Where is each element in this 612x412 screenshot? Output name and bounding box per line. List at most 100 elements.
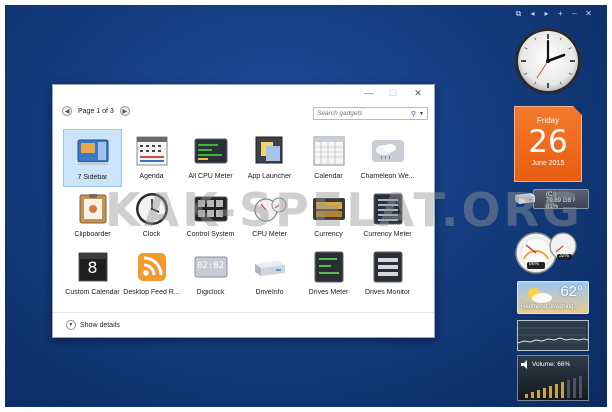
currency-meter-icon: [371, 192, 405, 226]
digiclock-time: 02:02: [196, 261, 225, 271]
calendar-month: June 2015: [531, 160, 565, 167]
gadget-label: Currency Meter: [363, 231, 412, 238]
sun-cloud-icon: [528, 288, 552, 303]
gadget-tile-currency[interactable]: Currency: [299, 187, 358, 245]
cpu-meter-gadget[interactable]: 86% 32%: [514, 228, 582, 276]
gadget-label: Custom Calendar: [65, 289, 120, 296]
add-gadget-icon[interactable]: +: [556, 9, 565, 19]
gadget-label: Calendar: [314, 173, 343, 180]
calendar-gadget[interactable]: Friday 26 June 2015: [514, 106, 582, 182]
weather-location: Redmond, Washing...: [521, 304, 579, 310]
sidebar-toolbar: ⧉ ◂ ▸ + – ✕: [514, 9, 593, 19]
gadget-tile-chameleon-weather[interactable]: Chameleon We...: [358, 129, 417, 187]
gadget-tile-desktop-feed-reader[interactable]: Desktop Feed R...: [122, 245, 181, 303]
desktop: ⧉ ◂ ▸ + – ✕ Friday 26 June 2015 (C:) 79.…: [5, 5, 607, 407]
gadget-label: All CPU Meter: [188, 173, 233, 180]
gadget-tile-digiclock[interactable]: 02:02 Digiclock: [181, 245, 240, 303]
gadget-tile-app-launcher[interactable]: App Launcher: [240, 129, 299, 187]
ram-percent: 32%: [559, 253, 570, 259]
gadget-grid: 7 Sidebar Agenda All CPU Meter App Launc…: [63, 129, 417, 303]
drive-info-icon: [253, 250, 287, 284]
gadget-label: Control System: [186, 231, 235, 238]
all-cpu-meter-icon: [194, 134, 228, 168]
weather-temperature: 62°: [560, 283, 583, 300]
gadget-label: Desktop Feed R...: [123, 289, 180, 296]
gadget-label: Digiclock: [196, 289, 225, 296]
gadget-label: Drives Meter: [308, 289, 349, 296]
show-details-label: Show details: [80, 321, 120, 329]
chameleon-weather-icon: [371, 134, 405, 168]
clipboarder-icon: [76, 192, 110, 226]
gadget-tile-calendar[interactable]: Calendar: [299, 129, 358, 187]
show-details-button[interactable]: ▼ Show details: [66, 320, 120, 330]
network-graph-gadget[interactable]: [517, 320, 589, 351]
app-launcher-icon: [253, 134, 287, 168]
close-button[interactable]: ✕: [411, 87, 425, 99]
clock-gadget[interactable]: [513, 26, 583, 96]
search-dropdown-icon[interactable]: ▼: [419, 111, 424, 117]
drives-meter-icon: [312, 250, 346, 284]
clock-icon: [135, 192, 169, 226]
gadgets-dialog: — ☐ ✕ ◀ Page 1 of 3 ▶ ⚲ ▼ 7 Sidebar: [52, 84, 435, 338]
drives-monitor-icon: [371, 250, 405, 284]
chevron-right-icon: ▶: [122, 108, 128, 115]
search-icon[interactable]: ⚲: [411, 110, 416, 118]
calendar-date: 26: [528, 124, 568, 160]
gadget-label: Clock: [142, 231, 161, 238]
search-input[interactable]: [317, 110, 401, 117]
gadget-tile-custom-calendar[interactable]: 8 Custom Calendar: [63, 245, 122, 303]
previous-page-icon[interactable]: ◂: [528, 9, 537, 19]
gadget-tile-clipboarder[interactable]: Clipboarder: [63, 187, 122, 245]
minimize-sidebar-icon[interactable]: –: [570, 9, 579, 19]
gadget-label: CPU Meter: [252, 231, 287, 238]
minimize-button[interactable]: —: [362, 87, 376, 99]
gadget-tile-agenda[interactable]: Agenda: [122, 129, 181, 187]
cpu-percent: 86%: [529, 261, 540, 267]
next-page-button[interactable]: ▶: [119, 106, 130, 116]
chevron-down-icon: ▼: [66, 320, 76, 330]
gadget-tile-cpu-meter[interactable]: CPU Meter: [240, 187, 299, 245]
pagination: ◀ Page 1 of 3 ▶: [62, 106, 130, 116]
gadget-tile-driveinfo[interactable]: DriveInfo: [240, 245, 299, 303]
weather-gadget[interactable]: 62° Redmond, Washing...: [517, 281, 589, 314]
dialog-footer: ▼ Show details: [53, 312, 434, 337]
agenda-icon: [135, 134, 169, 168]
next-page-icon[interactable]: ▸: [542, 9, 551, 19]
digiclock-icon: 02:02: [194, 250, 228, 284]
gadget-label: Clipboarder: [74, 231, 111, 238]
previous-page-button[interactable]: ◀: [62, 106, 72, 116]
volume-label: Volume: 66%: [532, 361, 571, 368]
chevron-left-icon: ◀: [64, 108, 70, 115]
gadget-tile-clock[interactable]: Clock: [122, 187, 181, 245]
gadget-label: Chameleon We...: [360, 173, 415, 180]
rss-feed-icon: [135, 250, 169, 284]
close-sidebar-icon[interactable]: ✕: [584, 9, 593, 19]
currency-icon: [312, 192, 346, 226]
volume-gadget[interactable]: Volume: 66%: [517, 355, 589, 401]
maximize-button[interactable]: ☐: [386, 87, 400, 99]
drive-info-panel: (C:) 79.69 GB / 81%: [533, 189, 589, 210]
gadget-tile-drives-monitor[interactable]: Drives Monitor: [358, 245, 417, 303]
gadget-tile-drives-meter[interactable]: Drives Meter: [299, 245, 358, 303]
hard-drive-icon: [515, 193, 535, 204]
gadget-tile-7-sidebar[interactable]: 7 Sidebar: [63, 129, 122, 187]
gadgets-gallery-icon[interactable]: ⧉: [514, 9, 523, 19]
cpu-meter-icon: [253, 192, 287, 226]
custom-calendar-date: 8: [87, 258, 98, 277]
search-box: ⚲ ▼: [313, 107, 428, 120]
page-label: Page 1 of 3: [78, 107, 114, 115]
gadget-label: App Launcher: [247, 173, 292, 180]
gadget-tile-currency-meter[interactable]: Currency Meter: [358, 187, 417, 245]
custom-calendar-icon: 8: [76, 250, 110, 284]
drive-gadget[interactable]: (C:) 79.69 GB / 81%: [514, 188, 589, 214]
dialog-titlebar: — ☐ ✕: [53, 85, 434, 102]
gadget-label: Currency: [314, 231, 343, 238]
gadget-tile-control-system[interactable]: Control System: [181, 187, 240, 245]
gadget-label: DriveInfo: [255, 289, 284, 296]
calendar-icon: [312, 134, 346, 168]
gadget-label: Drives Monitor: [364, 289, 411, 296]
sidebar-icon: [76, 135, 110, 169]
speaker-icon: [521, 360, 527, 369]
gadget-tile-all-cpu-meter[interactable]: All CPU Meter: [181, 129, 240, 187]
gadget-label: 7 Sidebar: [77, 174, 108, 181]
